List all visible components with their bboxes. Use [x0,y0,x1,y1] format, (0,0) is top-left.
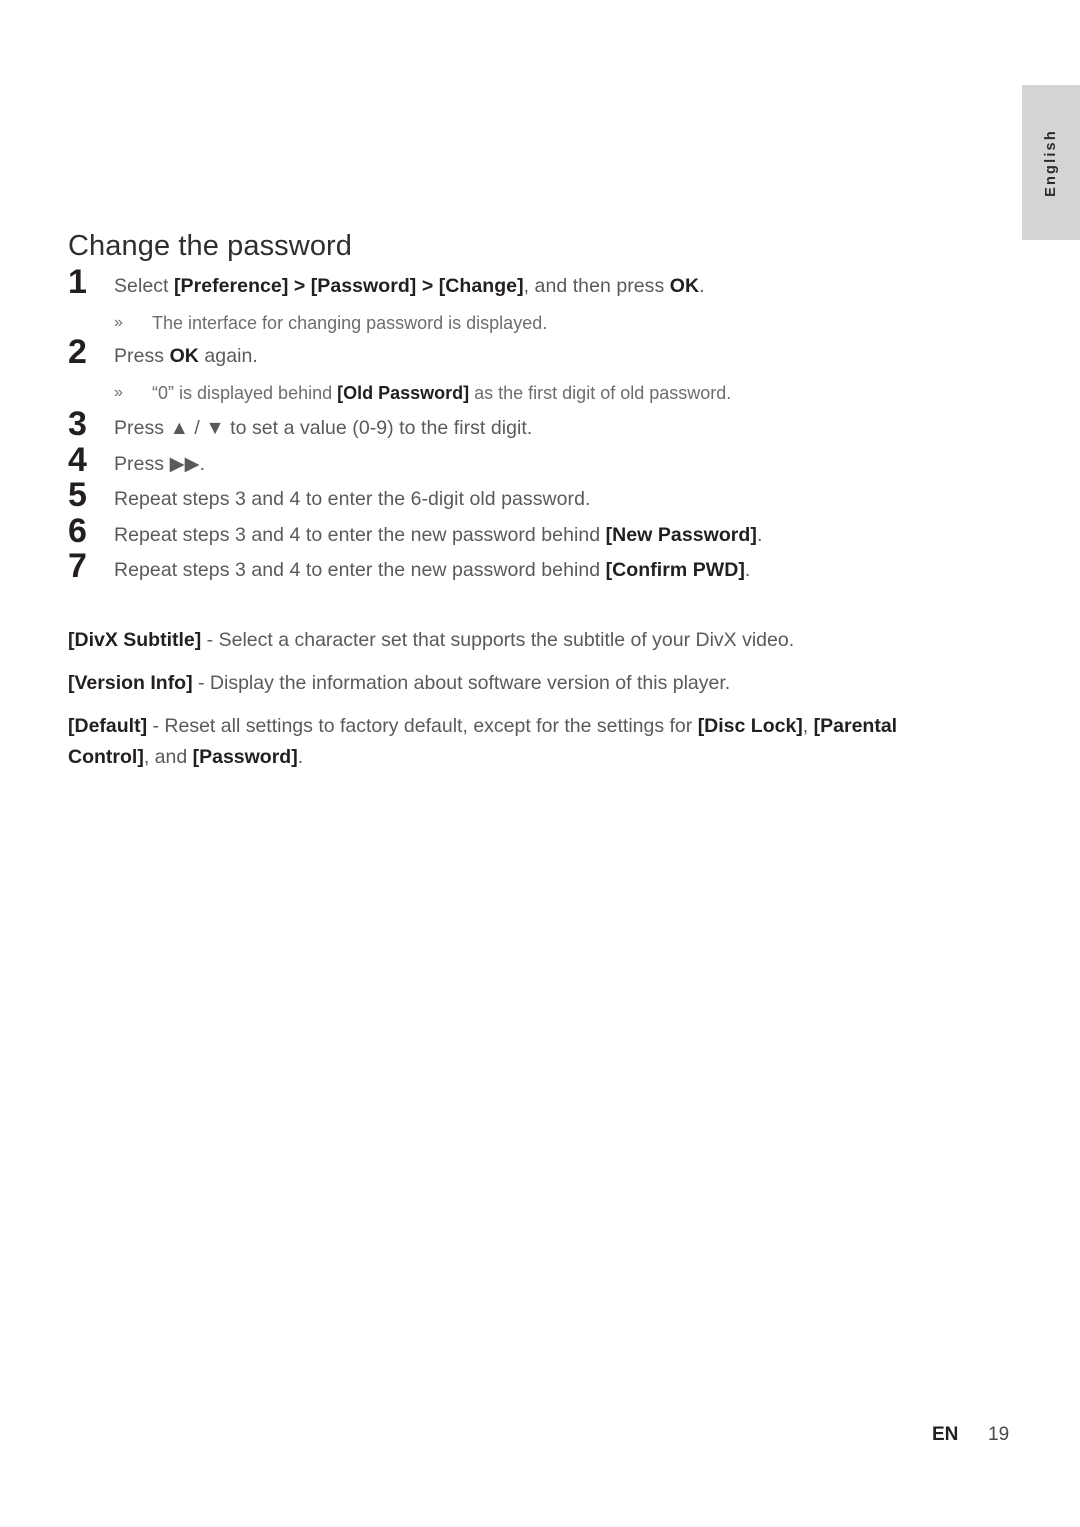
step-number: 7 [68,547,87,585]
step-item: 5 Repeat steps 3 and 4 to enter the 6-di… [68,478,1019,513]
language-tab-label: English [1043,128,1059,197]
step-item: 2 Press OK again. [68,335,1019,370]
step-text: Repeat steps 3 and 4 to enter the new pa… [114,559,751,581]
step-text: Select [Preference] > [Password] > [Chan… [114,275,705,297]
guillemet-icon: » [114,314,123,331]
step-number: 3 [68,405,87,443]
step-text: Press ▶▶. [114,453,206,475]
step-number: 1 [68,263,87,301]
step-text: Press ▲ / ▼ to set a value (0-9) to the … [114,417,533,439]
substep-text: “0” is displayed behind [Old Password] a… [152,383,732,403]
step-text: Press OK again. [114,345,258,367]
step-item: 7 Repeat steps 3 and 4 to enter the new … [68,549,1019,584]
step-text: Repeat steps 3 and 4 to enter the new pa… [114,524,763,546]
substep-text: The interface for changing password is d… [152,313,548,333]
step-number: 2 [68,333,87,371]
language-tab: English [1022,85,1080,240]
substep-item: » The interface for changing password is… [68,312,1019,334]
step-item: 4 Press ▶▶. [68,443,1019,478]
guillemet-icon: » [114,384,123,401]
step-item: 3 Press ▲ / ▼ to set a value (0-9) to th… [68,407,1019,442]
step-number: 5 [68,476,87,514]
step-number: 4 [68,441,87,479]
footer-page-number: 19 [988,1424,1010,1445]
page-title: Change the password [68,230,353,262]
step-item: 1 Select [Preference] > [Password] > [Ch… [68,265,1019,300]
setting-description-default: [Default] - Reset all settings to factor… [68,714,898,768]
step-number: 6 [68,512,87,550]
setting-description-divx-subtitle: [DivX Subtitle] - Select a character set… [68,628,795,651]
step-text: Repeat steps 3 and 4 to enter the 6-digi… [114,488,591,510]
footer-language-code: EN [932,1424,959,1445]
page-footer: EN 19 [0,1424,1080,1450]
step-item: 6 Repeat steps 3 and 4 to enter the new … [68,514,1019,549]
substep-item: » “0” is displayed behind [Old Password]… [68,382,1019,404]
setting-description-version-info: [Version Info] - Display the information… [68,671,731,694]
